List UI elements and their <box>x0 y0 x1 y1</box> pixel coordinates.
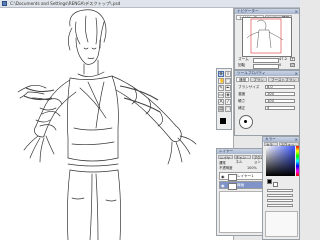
tab-boost-brush[interactable]: ブーストブラシ <box>267 77 299 82</box>
density-field[interactable]: 100 <box>265 92 295 96</box>
zoom-slider[interactable] <box>253 58 279 63</box>
layer-name: レイヤー1 <box>237 174 254 178</box>
pen-icon[interactable]: ✒ <box>225 85 231 91</box>
color-picker-square[interactable] <box>266 146 295 176</box>
blue-slider[interactable] <box>267 199 293 202</box>
brush-size-value: 8.0 <box>267 85 273 89</box>
line-art-illustration <box>17 9 197 240</box>
correction-value: 4 <box>267 106 270 110</box>
eye-icon[interactable]: ◉ <box>221 174 225 179</box>
zoom-value: 47.2 <box>279 57 288 61</box>
brush-size-label: ブラシサイズ <box>238 85 260 89</box>
navigator-panel: ナビゲーター × ナビゲーター レイヤー情報 ズーム 47.2 + 回転 0 ↺ <box>234 8 300 70</box>
hardness-field[interactable]: 100 <box>265 99 295 103</box>
title-bar: C:\Documents and Settings\RENGA\デスクトップ\.… <box>0 0 300 8</box>
reset-rotate-icon[interactable]: ↺ <box>290 63 295 67</box>
opacity-value[interactable]: 100% <box>247 166 257 170</box>
sub-color-box[interactable] <box>273 182 278 187</box>
zoom-in-icon[interactable]: + <box>290 57 295 61</box>
navigator-preview-image <box>246 18 284 54</box>
correction-field[interactable]: 4 <box>265 106 295 110</box>
layer-thumbnail <box>228 174 237 181</box>
gradient-icon[interactable]: ▤ <box>218 106 224 112</box>
lasso-icon[interactable]: ◌ <box>225 106 231 112</box>
tab-layer[interactable]: レイヤー <box>218 155 233 164</box>
hardness-value: 100 <box>267 99 274 103</box>
rotate-value: 0 <box>279 63 282 67</box>
correction-label: 補正 <box>238 106 246 110</box>
tool-property-panel: ツールプロパティ × 通常 ブラシ ブーストブラシ ブラシサイズ 8.0 濃度 … <box>234 70 300 136</box>
zoom-icon[interactable]: ⌕ <box>225 71 231 77</box>
tab-brush[interactable]: ブラシ <box>250 77 267 82</box>
move-icon[interactable]: ✥ <box>218 71 224 77</box>
navigator-title: ナビゲーター <box>237 9 259 13</box>
main-color-swatch[interactable] <box>220 118 226 124</box>
hardness-label: 硬さ <box>238 99 246 103</box>
density-value: 100 <box>267 92 274 96</box>
navigator-panel-header: ナビゲーター × <box>235 9 299 14</box>
layer-row-selected[interactable]: ◉ 線画 <box>219 181 268 190</box>
brush-tip-dot <box>244 120 247 123</box>
tab-normal[interactable]: 通常 <box>236 77 250 82</box>
close-icon[interactable]: × <box>295 9 298 14</box>
text-icon[interactable]: A <box>218 99 224 105</box>
blend-mode-select[interactable]: 通常 <box>219 161 226 165</box>
layer-name: 線画 <box>237 183 245 187</box>
color-panel: カラー × カラー スウォッチ <box>262 136 300 240</box>
red-slider[interactable] <box>267 189 293 192</box>
tab-channel[interactable]: チャンネル <box>233 155 251 164</box>
rotate-label: 回転 <box>238 63 246 67</box>
layer-panel-title: レイヤー <box>219 149 234 153</box>
alpha-slider[interactable] <box>267 204 293 207</box>
rotate-slider[interactable] <box>253 64 279 69</box>
layer-thumbnail <box>228 183 237 190</box>
eraser-icon[interactable]: ▭ <box>218 92 224 98</box>
tool-property-title: ツールプロパティ <box>237 71 266 75</box>
app-icon <box>2 1 7 6</box>
window-title: C:\Documents and Settings\RENGA\デスクトップ\.… <box>10 1 121 6</box>
color-panel-title: カラー <box>265 137 276 141</box>
select-icon[interactable]: ⬚ <box>225 78 231 84</box>
close-icon[interactable]: × <box>295 71 298 76</box>
brush-size-field[interactable]: 8.0 <box>265 85 295 89</box>
green-slider[interactable] <box>267 194 293 197</box>
tool-property-header: ツールプロパティ × <box>235 71 299 76</box>
brush-preview <box>239 115 253 129</box>
layer-row[interactable]: ◉ レイヤー1 <box>219 172 268 181</box>
brush-icon[interactable]: ✎ <box>218 85 224 91</box>
drawing-canvas[interactable] <box>0 8 234 240</box>
navigator-thumbnail[interactable] <box>242 17 292 57</box>
opacity-label: 不透明度 <box>219 166 233 170</box>
zoom-label: ズーム <box>238 57 249 61</box>
eyedropper-icon[interactable]: ⁄ <box>225 99 231 105</box>
density-label: 濃度 <box>238 92 246 96</box>
swatch-area[interactable] <box>265 211 298 237</box>
hue-slider[interactable] <box>296 146 299 176</box>
main-color-box[interactable] <box>267 179 272 184</box>
eye-icon[interactable]: ◉ <box>221 183 225 188</box>
layer-list-empty-area <box>219 191 268 233</box>
fill-icon[interactable]: ◈ <box>225 92 231 98</box>
hand-icon[interactable]: ✋ <box>218 78 225 84</box>
